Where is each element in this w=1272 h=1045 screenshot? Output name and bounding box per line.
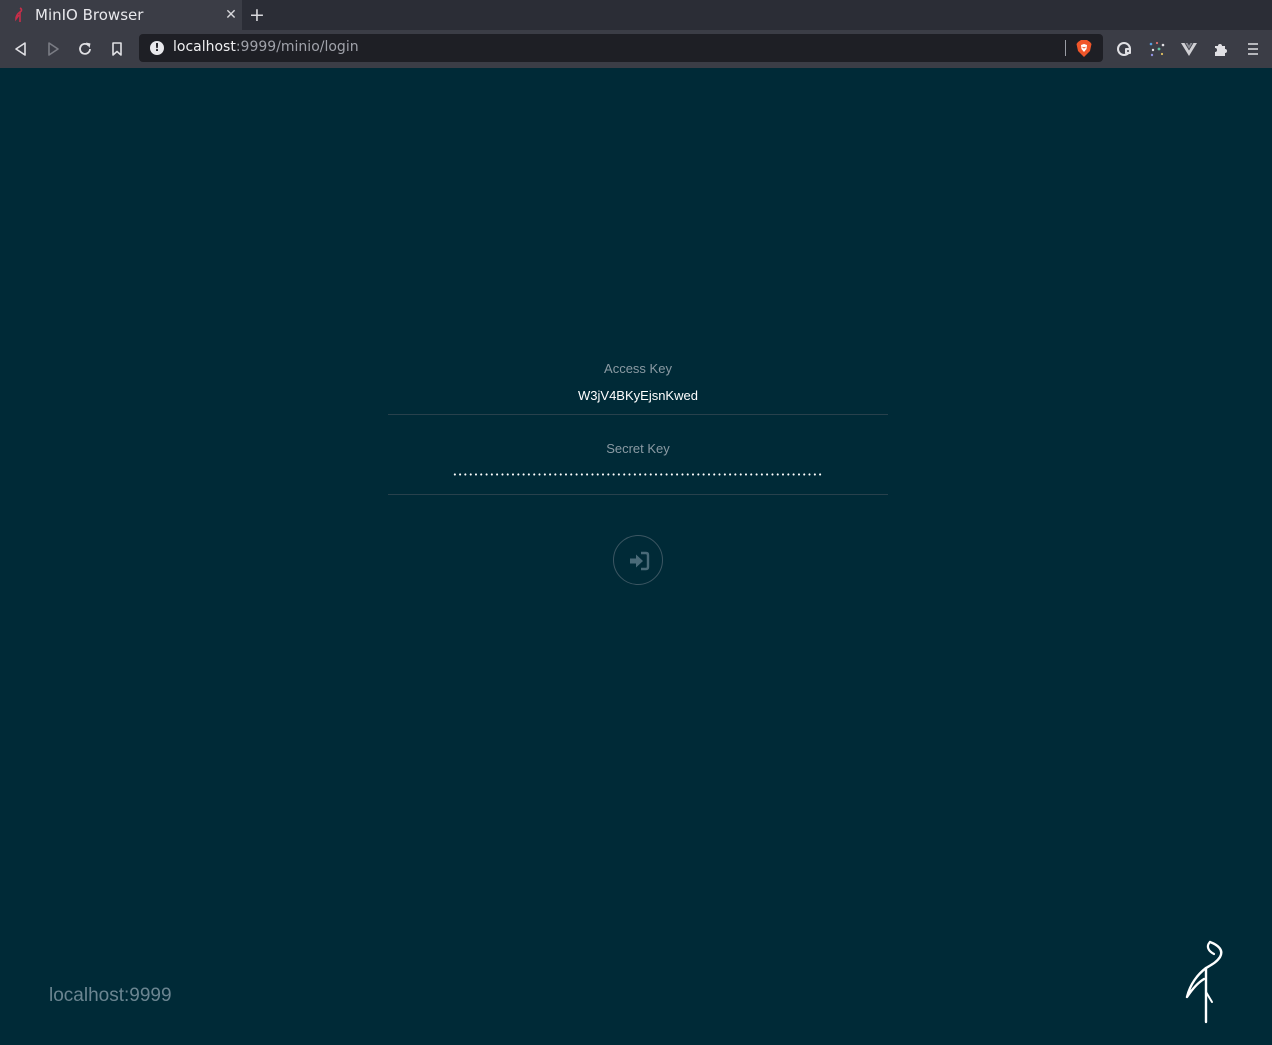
brave-shield-icon[interactable] <box>1075 39 1093 58</box>
dots-extension-icon[interactable] <box>1147 39 1167 59</box>
access-key-input[interactable] <box>388 383 888 407</box>
info-icon[interactable]: ! <box>150 41 164 55</box>
close-tab-icon[interactable]: ✕ <box>223 7 239 23</box>
hamburger-menu-icon[interactable] <box>1243 39 1263 59</box>
reload-icon[interactable] <box>75 39 95 59</box>
bookmark-icon[interactable] <box>107 39 127 59</box>
sign-in-icon <box>630 551 650 571</box>
address-bar[interactable]: ! localhost:9999/minio/login <box>139 34 1103 62</box>
minio-bird-logo <box>1185 940 1223 1024</box>
minio-favicon-icon <box>15 7 23 22</box>
url-text[interactable]: localhost:9999/minio/login <box>173 39 359 55</box>
back-arrow-icon[interactable] <box>11 39 31 59</box>
url-host: localhost <box>173 39 236 55</box>
secret-key-label: Secret Key <box>606 441 670 456</box>
browser-tab[interactable]: MinIO Browser ✕ <box>0 0 242 30</box>
secret-key-field: Secret Key •••••••••••••••••••••••••••••… <box>388 435 888 495</box>
secret-key-input[interactable]: ••••••••••••••••••••••••••••••••••••••••… <box>388 465 888 485</box>
access-key-label: Access Key <box>604 361 672 376</box>
tab-title: MinIO Browser <box>35 6 144 24</box>
puzzle-icon[interactable] <box>1211 39 1231 59</box>
password-manager-icon[interactable] <box>1115 39 1135 59</box>
server-host-label: localhost:9999 <box>49 985 172 1006</box>
new-tab-button[interactable]: + <box>248 6 266 25</box>
login-form: Access Key Secret Key ••••••••••••••••••… <box>388 355 888 515</box>
forward-arrow-icon[interactable] <box>43 39 63 59</box>
access-key-field: Access Key <box>388 355 888 415</box>
url-separator <box>1065 40 1066 56</box>
url-path: :9999/minio/login <box>235 39 359 55</box>
login-button[interactable] <box>613 535 663 585</box>
tab-strip: MinIO Browser ✕ + <box>0 0 1272 30</box>
vue-devtools-icon[interactable] <box>1179 39 1199 59</box>
